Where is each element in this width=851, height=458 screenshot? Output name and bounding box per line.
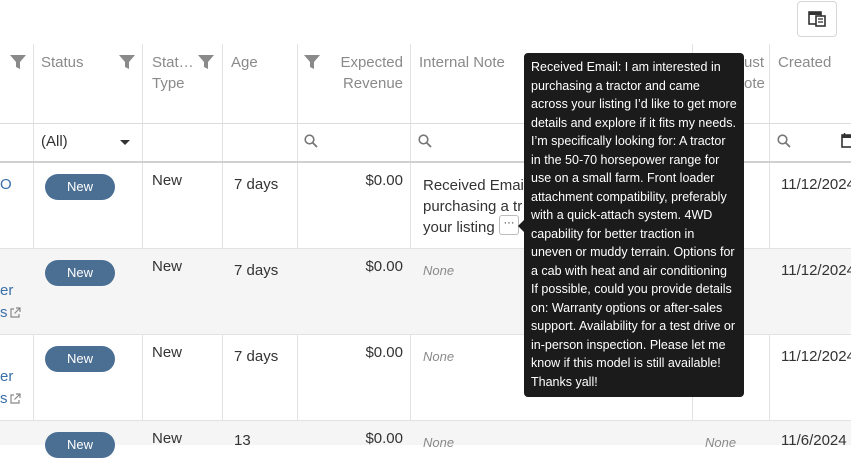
age-value: 13 (234, 432, 251, 449)
filter-icon[interactable] (118, 54, 136, 70)
calendar-icon[interactable] (841, 132, 851, 148)
age-value: 7 days (234, 176, 279, 193)
search-icon (777, 134, 791, 148)
status-badge: New (45, 346, 115, 372)
header-expected-revenue-line2: Revenue (342, 75, 403, 92)
revenue-value: $0.00 (365, 172, 403, 189)
customer-link[interactable]: O (0, 176, 12, 193)
columns-chooser-icon (808, 11, 826, 27)
tooltip-arrow (518, 220, 524, 232)
header-status-type[interactable]: Stat… (152, 52, 194, 73)
table-row[interactable]: New New 13 $0.00 None None 11/6/2024 (0, 421, 851, 458)
header-status[interactable]: Status (41, 52, 84, 73)
search-icon (418, 134, 432, 148)
external-link-icon[interactable] (9, 307, 21, 319)
status-badge: New (45, 432, 115, 458)
customer-link-line2[interactable]: s (0, 304, 8, 321)
header-internal-note[interactable]: Internal Note (419, 52, 505, 73)
age-value: 7 days (234, 262, 279, 279)
status-type-value: New (152, 172, 183, 189)
customer-link[interactable]: er (0, 368, 13, 385)
customer-note-value: None (705, 435, 737, 450)
external-link-icon[interactable] (9, 393, 21, 405)
chevron-down-icon[interactable] (120, 140, 130, 145)
header-expected-revenue[interactable]: Expected (330, 52, 403, 73)
filter-icon[interactable] (303, 54, 321, 70)
header-age[interactable]: Age (231, 52, 258, 73)
status-badge: New (45, 174, 115, 200)
revenue-value: $0.00 (365, 430, 403, 447)
status-type-value: New (152, 344, 183, 361)
header-status-type-line2: Type (152, 75, 185, 92)
status-filter-select[interactable]: (All) (41, 133, 68, 150)
status-badge: New (45, 260, 115, 286)
top-toolbar (0, 0, 851, 44)
created-value: 11/12/2024 (781, 262, 851, 279)
customer-link[interactable]: er (0, 282, 13, 299)
created-value: 11/12/2024 (781, 348, 851, 365)
revenue-value: $0.00 (365, 258, 403, 275)
revenue-value: $0.00 (365, 344, 403, 361)
created-value: 11/6/2024 (781, 432, 847, 449)
filter-icon[interactable] (9, 54, 27, 70)
column-chooser-button[interactable] (797, 1, 837, 37)
expand-note-button[interactable]: ··· (499, 215, 519, 235)
internal-note-value: None (423, 349, 455, 364)
header-customer-note-line2: ote (744, 75, 765, 92)
internal-note-value: None (423, 263, 455, 278)
note-tooltip: Received Email: I am interested in purch… (524, 53, 744, 397)
created-value: 11/12/2024 (781, 176, 851, 193)
header-created[interactable]: Created (778, 52, 831, 73)
header-customer-note[interactable]: ust (744, 52, 764, 73)
search-icon (304, 134, 318, 148)
customer-link-line2[interactable]: s (0, 390, 8, 407)
age-value: 7 days (234, 348, 279, 365)
internal-note-value: None (423, 435, 455, 450)
status-type-value: New (152, 258, 183, 275)
filter-icon[interactable] (197, 54, 215, 70)
status-type-value: New (152, 430, 183, 447)
